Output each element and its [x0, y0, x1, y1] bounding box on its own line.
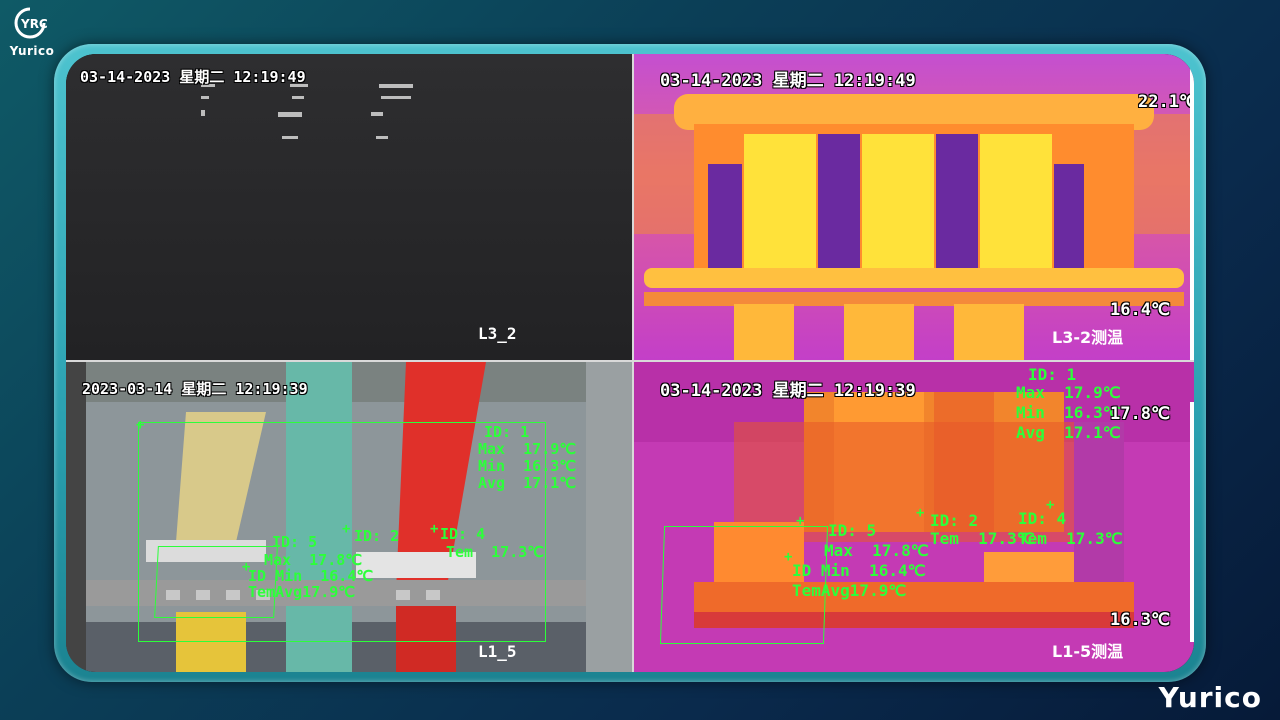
timestamp-overlay: 2023-03-14 星期二 12:19:39 [82, 380, 308, 398]
camera-label: L1_5 [478, 642, 517, 661]
region-1-id: ID: 1 [484, 423, 530, 441]
region-2-id: ID: 2 [354, 527, 400, 545]
camera-feed-l3-2 [201, 84, 413, 139]
region-5-id: ID: 5 [828, 521, 877, 540]
region-1-max: Max 17.9℃ [1016, 383, 1121, 402]
pane-divider-vertical [632, 54, 634, 672]
crosshair-icon: + [342, 521, 351, 537]
min-temp-overlay: 16.4℃ [1110, 300, 1171, 320]
crosshair-icon: + [430, 521, 439, 537]
region-1-avg: Avg 17.1℃ [1016, 423, 1121, 442]
logo-mark-icon: YRC [14, 7, 48, 39]
camera-label: L1-5测温 [1052, 642, 1124, 661]
timestamp-overlay: 03-14-2023 星期二 12:19:39 [660, 381, 916, 401]
thermal-pane-l3-2[interactable]: 03-14-2023 星期二 12:19:49 22.1℃ 16.4℃ L3-2… [634, 54, 1194, 360]
camera-pane-l1-5[interactable]: + + + + 2023-03-14 星期二 12:19:39 ID: 1 Ma… [66, 362, 632, 672]
region-5-id: ID: 5 [272, 533, 318, 551]
region-1-min: Min 16.3℃ [1016, 403, 1121, 422]
svg-text:YRC: YRC [20, 17, 48, 31]
thermal-pane-l1-5[interactable]: + + + + 03-14-2023 星期二 12:19:39 ID: 1 Ma… [634, 362, 1194, 672]
region-4-tem: Tem 17.3℃ [1018, 529, 1123, 548]
logo-text: Yurico [9, 44, 55, 58]
pane-divider-horizontal [66, 360, 1194, 362]
color-scale-bar [1190, 54, 1194, 360]
crosshair-icon: + [796, 513, 805, 529]
brand-watermark: Yurico [1158, 681, 1262, 714]
max-temp-overlay: 22.1℃ [1138, 92, 1194, 112]
timestamp-overlay: 03-14-2023 星期二 12:19:49 [660, 71, 916, 91]
video-wall: 03-14-2023 星期二 12:19:49 L3_2 03-14-2023 … [66, 54, 1194, 672]
crosshair-icon: + [916, 505, 925, 521]
max-temp-overlay: 17.8℃ [1110, 404, 1171, 424]
region-1-avg: Avg 17.1℃ [478, 474, 577, 492]
region-min: ID Min 16.4℃ [792, 561, 926, 580]
region-4-id: ID: 4 [1018, 509, 1067, 528]
yurico-logo: YRC Yurico [6, 6, 58, 58]
timestamp-overlay: 03-14-2023 星期二 12:19:49 [80, 68, 306, 86]
color-scale-bar [1190, 402, 1194, 642]
camera-label: L3-2测温 [1052, 328, 1124, 347]
region-max: Max 17.8℃ [824, 541, 929, 560]
camera-label: L3_2 [478, 324, 517, 343]
region-2-id: ID: 2 [930, 511, 979, 530]
camera-pane-l3-2[interactable]: 03-14-2023 星期二 12:19:49 L3_2 [66, 54, 632, 360]
region-4-id: ID: 4 [440, 525, 486, 543]
region-tem: Tem 17.3℃ [446, 543, 545, 561]
region-1-id: ID: 1 [1028, 365, 1077, 384]
min-temp-overlay: 16.3℃ [1110, 610, 1171, 630]
region-avg: TemAvg17.9℃ [248, 583, 356, 601]
region-1-min: Min 16.3℃ [478, 457, 577, 475]
crosshair-icon: + [136, 417, 145, 433]
monitor-frame: 03-14-2023 星期二 12:19:49 L3_2 03-14-2023 … [54, 44, 1206, 682]
region-avg: TemAvg17.9℃ [792, 581, 907, 600]
region-1-max: Max 17.9℃ [478, 440, 577, 458]
